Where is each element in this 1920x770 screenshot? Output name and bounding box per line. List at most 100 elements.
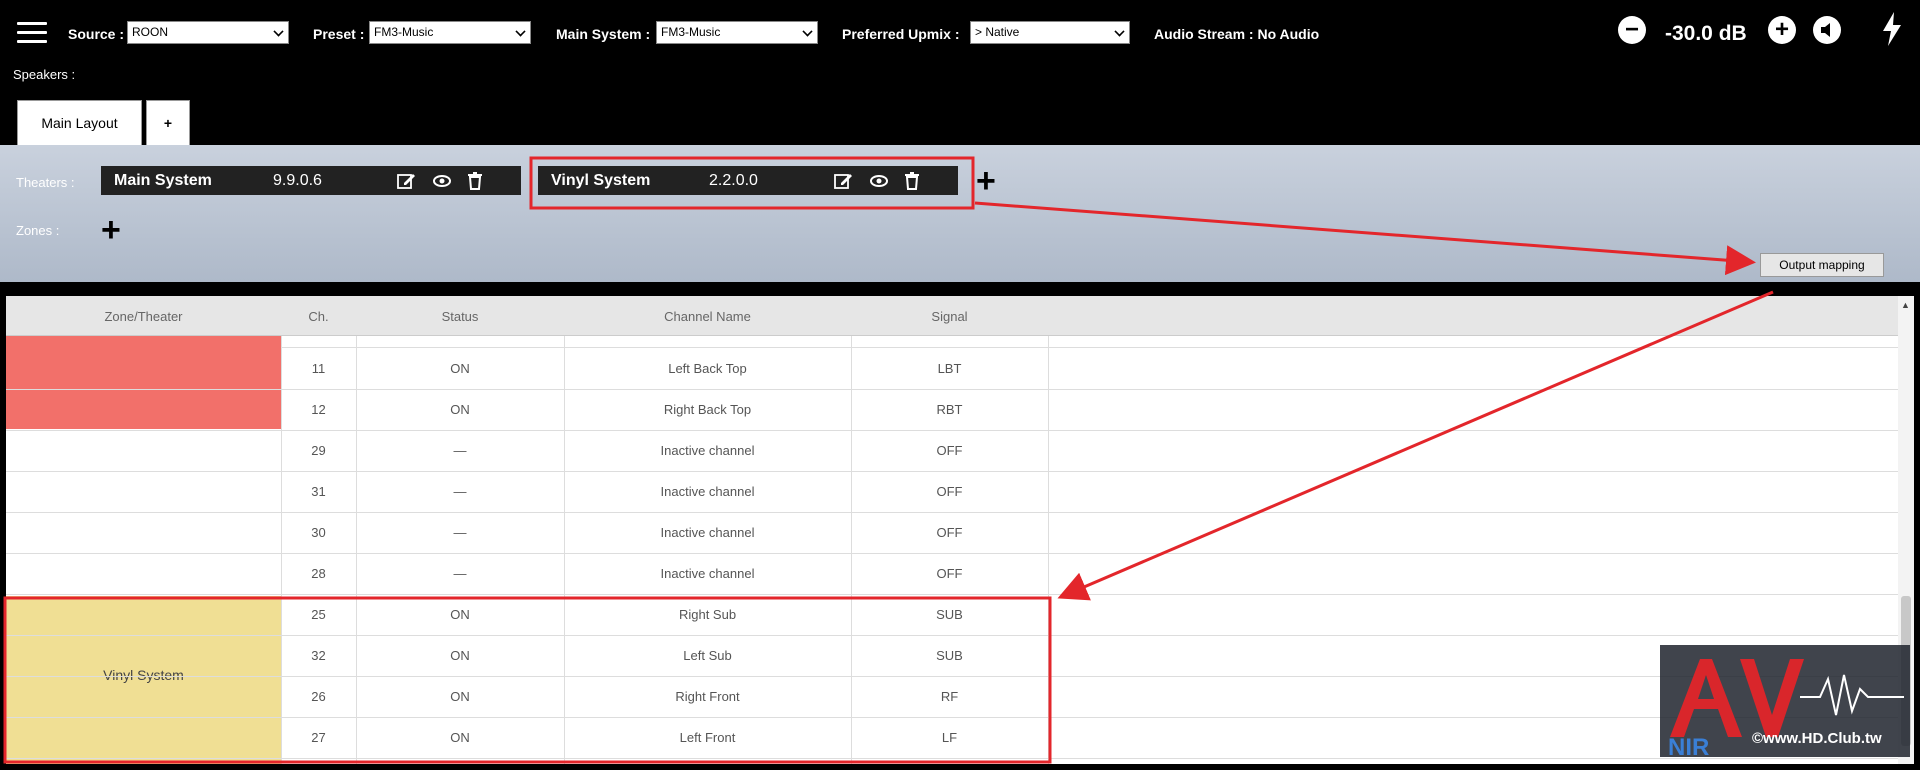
table-row[interactable]: 12 ON Right Back Top RBT [6, 390, 1898, 431]
add-tab-button[interactable]: + [146, 100, 190, 145]
theater-card-main-system[interactable]: Main System 9.9.0.6 [101, 166, 521, 195]
preset-select-value: FM3-Music [374, 25, 434, 39]
table-row[interactable]: 31 — Inactive channel OFF [6, 472, 1898, 513]
cell-channel-name: Right Back Top [663, 402, 752, 417]
table-row[interactable]: 27 ON Left Front LF [6, 718, 1898, 759]
cell-signal: OFF [936, 484, 963, 499]
cell-signal: SUB [936, 607, 963, 622]
upmix-select[interactable]: > Native [970, 21, 1130, 44]
cell-status: — [453, 484, 467, 499]
cell-channel-name: Inactive channel [660, 525, 755, 540]
cell-ch: 31 [311, 484, 326, 499]
preset-label: Preset : [313, 26, 365, 42]
table-row[interactable]: 11 ON Left Back Top LBT [6, 349, 1898, 390]
cell-signal: SUB [936, 648, 963, 663]
cell-ch: 27 [311, 730, 326, 745]
table-row[interactable]: 30 — Inactive channel OFF [6, 513, 1898, 554]
cell-ch: 26 [311, 689, 326, 704]
top-bar: Source : ROON Preset : FM3-Music Main Sy… [0, 0, 1920, 145]
volume-level: -30.0 dB [1665, 22, 1747, 45]
cell-status: — [453, 443, 467, 458]
chevron-down-icon [273, 26, 284, 37]
main-system-label: Main System : [556, 26, 651, 42]
table-row[interactable]: 32 ON Left Sub SUB [6, 636, 1898, 677]
scroll-up-arrow-icon[interactable]: ▲ [1901, 300, 1910, 310]
cell-ch: 30 [311, 525, 326, 540]
cell-channel-name: Right Front [675, 689, 740, 704]
upmix-label: Preferred Upmix : [842, 26, 960, 42]
minus-icon: − [1624, 16, 1639, 43]
power-bolt-icon[interactable] [1880, 12, 1904, 46]
cell-channel-name: Left Sub [683, 648, 732, 663]
column-divider [851, 336, 852, 764]
source-select[interactable]: ROON [127, 21, 289, 44]
cell-ch: 28 [311, 566, 326, 581]
eye-icon[interactable] [869, 171, 889, 191]
cell-channel-name: Left Front [679, 730, 736, 745]
trash-icon[interactable] [902, 171, 922, 191]
chevron-down-icon [1114, 26, 1125, 37]
menu-icon[interactable] [17, 22, 47, 44]
upmix-select-value: > Native [975, 25, 1020, 39]
cell-channel-name: Inactive channel [660, 484, 755, 499]
column-header-ch: Ch. [308, 309, 329, 324]
column-header-signal: Signal [931, 309, 968, 324]
output-mapping-button[interactable]: Output mapping [1760, 253, 1884, 277]
column-divider [564, 336, 565, 764]
cell-channel-name: Left Back Top [668, 361, 747, 376]
cell-status: ON [450, 402, 470, 417]
cell-signal: RF [940, 689, 959, 704]
table-header: Zone/Theater Ch. Status Channel Name Sig… [6, 296, 1898, 336]
eye-icon[interactable] [432, 171, 452, 191]
table-row[interactable]: 25 ON Right Sub SUB [6, 595, 1898, 636]
plus-icon: + [1774, 16, 1789, 43]
table-row[interactable]: 28 — Inactive channel OFF [6, 554, 1898, 595]
cell-signal: OFF [936, 443, 963, 458]
theaters-label: Theaters : [16, 175, 75, 190]
cell-channel-name: Right Sub [678, 607, 737, 622]
edit-icon[interactable] [833, 171, 853, 191]
table-row[interactable]: 29 — Inactive channel OFF [6, 431, 1898, 472]
column-divider [281, 336, 282, 764]
speaker-icon [1821, 23, 1830, 37]
svg-text:NIR: NIR [1668, 734, 1709, 757]
cell-status: ON [450, 689, 470, 704]
theater-version: 9.9.0.6 [273, 172, 322, 189]
source-select-value: ROON [132, 25, 168, 39]
cell-signal: OFF [936, 566, 963, 581]
column-header-zone: Zone/Theater [104, 309, 183, 324]
theaters-panel: Theaters : Zones : Main System 9.9.0.6 V… [0, 145, 1920, 282]
chevron-down-icon [515, 26, 526, 37]
cell-status: — [453, 525, 467, 540]
volume-up-button[interactable]: + [1768, 16, 1796, 44]
tab-main-layout[interactable]: Main Layout [17, 100, 142, 145]
add-theater-button[interactable]: + [976, 164, 996, 198]
mute-button[interactable] [1813, 16, 1841, 44]
cell-status: ON [450, 648, 470, 663]
chevron-down-icon [802, 26, 813, 37]
audio-stream-status: Audio Stream : No Audio [1154, 26, 1320, 42]
theater-card-vinyl-system[interactable]: Vinyl System 2.2.0.0 [538, 166, 958, 195]
cell-ch: 11 [311, 361, 326, 376]
watermark-site: ©www.HD.Club.tw [1752, 730, 1882, 747]
main-system-select-value: FM3-Music [661, 25, 721, 39]
cell-signal: RBT [936, 402, 963, 417]
edit-icon[interactable] [396, 171, 416, 191]
table-row[interactable]: 26 ON Right Front RF [6, 677, 1898, 718]
main-system-select[interactable]: FM3-Music [656, 21, 818, 44]
cell-signal: LBT [937, 361, 962, 376]
column-divider [1048, 336, 1049, 764]
theater-name: Vinyl System [551, 172, 651, 189]
cell-status: ON [450, 730, 470, 745]
preset-select[interactable]: FM3-Music [369, 21, 531, 44]
volume-down-button[interactable]: − [1618, 16, 1646, 44]
cell-channel-name: Inactive channel [660, 566, 755, 581]
trash-icon[interactable] [465, 171, 485, 191]
cell-ch: 25 [311, 607, 326, 622]
speakers-label: Speakers : [13, 67, 76, 82]
cell-status: ON [450, 361, 470, 376]
add-zone-button[interactable]: + [101, 213, 121, 247]
channel-table: Zone/Theater Ch. Status Channel Name Sig… [6, 296, 1898, 764]
cell-signal: LF [941, 730, 958, 745]
source-label: Source : [68, 26, 125, 42]
